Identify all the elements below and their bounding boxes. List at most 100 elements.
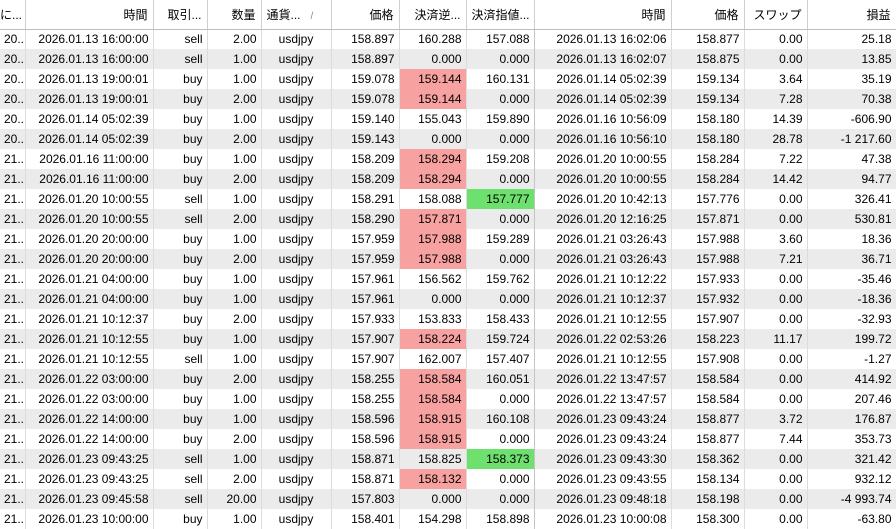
table-row[interactable]: 21...2026.01.21 04:00:00buy1.00usdjpy157… [0, 269, 896, 289]
cell-order: 21... [0, 289, 26, 309]
col-header-type[interactable]: 取引... [153, 0, 208, 30]
table-row[interactable]: 21...2026.01.23 10:00:00buy1.00usdjpy158… [0, 509, 896, 529]
cell-open-time: 2026.01.21 04:00:00 [25, 269, 154, 289]
cell-volume: 1.00 [207, 189, 262, 209]
cell-symbol: usdjpy [261, 109, 332, 129]
table-row[interactable]: 21...2026.01.21 10:12:55sell1.00usdjpy15… [0, 349, 896, 369]
cell-order: 21... [0, 269, 26, 289]
table-row[interactable]: 20...2026.01.13 19:00:01buy1.00usdjpy159… [0, 69, 896, 89]
cell-take-profit: 159.762 [466, 269, 535, 289]
cell-symbol: usdjpy [261, 329, 332, 349]
cell-close-time: 2026.01.14 05:02:39 [534, 89, 672, 109]
table-row[interactable]: 21...2026.01.23 09:45:58sell20.00usdjpy1… [0, 489, 896, 509]
cell-order: 21... [0, 169, 26, 189]
cell-symbol: usdjpy [261, 149, 332, 169]
cell-type: buy [153, 409, 208, 429]
cell-open-price: 158.897 [331, 29, 400, 49]
table-row[interactable]: 20...2026.01.13 16:00:00sell1.00usdjpy15… [0, 49, 896, 69]
col-header-close-time[interactable]: 時間 [534, 0, 672, 30]
cell-open-price: 157.803 [331, 489, 400, 509]
cell-close-price: 157.988 [671, 229, 745, 249]
table-row[interactable]: 21...2026.01.20 10:00:55sell1.00usdjpy15… [0, 189, 896, 209]
cell-profit: 94.77 [807, 169, 896, 189]
cell-order: 21... [0, 369, 26, 389]
cell-profit: 353.73 [807, 429, 896, 449]
cell-open-price: 157.961 [331, 289, 400, 309]
col-header-open-time[interactable]: 時間 [25, 0, 154, 30]
table-row[interactable]: 21...2026.01.21 10:12:55buy1.00usdjpy157… [0, 329, 896, 349]
table-row[interactable]: 21...2026.01.20 20:00:00buy1.00usdjpy157… [0, 229, 896, 249]
table-row[interactable]: 21...2026.01.23 09:43:25sell2.00usdjpy15… [0, 469, 896, 489]
cell-stop-loss: 153.833 [399, 309, 467, 329]
table-row[interactable]: 21...2026.01.16 11:00:00buy1.00usdjpy158… [0, 149, 896, 169]
col-header-symbol[interactable]: 通貨... / [261, 0, 332, 30]
cell-profit: -1 217.60 [807, 129, 896, 149]
cell-swap: 7.44 [744, 429, 808, 449]
cell-type: buy [153, 89, 208, 109]
cell-volume: 2.00 [207, 429, 262, 449]
cell-close-price: 158.198 [671, 489, 745, 509]
cell-type: buy [153, 69, 208, 89]
cell-close-price: 158.284 [671, 169, 745, 189]
cell-volume: 2.00 [207, 89, 262, 109]
col-header-volume[interactable]: 数量 [207, 0, 262, 30]
cell-symbol: usdjpy [261, 249, 332, 269]
cell-profit: -606.90 [807, 109, 896, 129]
table-row[interactable]: 21...2026.01.22 14:00:00buy1.00usdjpy158… [0, 409, 896, 429]
cell-take-profit: 0.000 [466, 469, 535, 489]
table-row[interactable]: 21...2026.01.23 09:43:25sell1.00usdjpy15… [0, 449, 896, 469]
cell-close-time: 2026.01.14 05:02:39 [534, 69, 672, 89]
table-row[interactable]: 20...2026.01.13 19:00:01buy2.00usdjpy159… [0, 89, 896, 109]
table-row[interactable]: 21...2026.01.22 03:00:00buy1.00usdjpy158… [0, 389, 896, 409]
cell-open-time: 2026.01.13 19:00:01 [25, 89, 154, 109]
col-header-order[interactable]: に... [0, 0, 26, 30]
cell-profit: 321.42 [807, 449, 896, 469]
cell-volume: 20.00 [207, 489, 262, 509]
cell-open-price: 159.143 [331, 129, 400, 149]
cell-type: sell [153, 189, 208, 209]
cell-profit: 35.19 [807, 69, 896, 89]
cell-close-time: 2026.01.16 10:56:09 [534, 109, 672, 129]
table-row[interactable]: 21...2026.01.21 10:12:37buy2.00usdjpy157… [0, 309, 896, 329]
cell-swap: 14.39 [744, 109, 808, 129]
cell-take-profit: 0.000 [466, 429, 535, 449]
cell-stop-loss: 160.288 [399, 29, 467, 49]
table-row[interactable]: 20...2026.01.13 16:00:00sell2.00usdjpy15… [0, 29, 896, 49]
cell-type: buy [153, 269, 208, 289]
cell-close-time: 2026.01.21 03:26:43 [534, 229, 672, 249]
cell-close-time: 2026.01.21 10:12:55 [534, 349, 672, 369]
cell-take-profit: 157.777 [466, 189, 535, 209]
table-row[interactable]: 21...2026.01.21 04:00:00buy1.00usdjpy157… [0, 289, 896, 309]
cell-profit: 932.12 [807, 469, 896, 489]
cell-open-time: 2026.01.14 05:02:39 [25, 129, 154, 149]
table-row[interactable]: 20...2026.01.14 05:02:39buy1.00usdjpy159… [0, 109, 896, 129]
table-row[interactable]: 21...2026.01.16 11:00:00buy2.00usdjpy158… [0, 169, 896, 189]
col-header-take-profit[interactable]: 決済指値... [466, 0, 535, 30]
cell-volume: 2.00 [207, 309, 262, 329]
cell-open-price: 158.897 [331, 49, 400, 69]
table-row[interactable]: 20...2026.01.14 05:02:39buy2.00usdjpy159… [0, 129, 896, 149]
cell-stop-loss: 158.088 [399, 189, 467, 209]
cell-stop-loss: 158.294 [399, 169, 467, 189]
col-header-swap[interactable]: スワップ [744, 0, 808, 30]
cell-take-profit: 0.000 [466, 249, 535, 269]
cell-close-time: 2026.01.22 02:53:26 [534, 329, 672, 349]
table-row[interactable]: 21...2026.01.20 10:00:55sell2.00usdjpy15… [0, 209, 896, 229]
cell-stop-loss: 0.000 [399, 129, 467, 149]
col-header-open-price[interactable]: 価格 [331, 0, 400, 30]
cell-open-price: 158.291 [331, 189, 400, 209]
table-row[interactable]: 21...2026.01.22 03:00:00buy2.00usdjpy158… [0, 369, 896, 389]
cell-open-time: 2026.01.20 20:00:00 [25, 249, 154, 269]
table-row[interactable]: 21...2026.01.20 20:00:00buy2.00usdjpy157… [0, 249, 896, 269]
col-header-close-price[interactable]: 価格 [671, 0, 745, 30]
table-row[interactable]: 21...2026.01.22 14:00:00buy2.00usdjpy158… [0, 429, 896, 449]
cell-type: buy [153, 369, 208, 389]
col-header-stop-loss[interactable]: 決済逆... [399, 0, 467, 30]
cell-close-time: 2026.01.23 09:43:55 [534, 469, 672, 489]
cell-order: 21... [0, 229, 26, 249]
cell-open-time: 2026.01.20 20:00:00 [25, 229, 154, 249]
cell-stop-loss: 157.988 [399, 249, 467, 269]
col-header-profit[interactable]: 損益 [807, 0, 896, 30]
cell-type: buy [153, 389, 208, 409]
cell-open-time: 2026.01.22 03:00:00 [25, 369, 154, 389]
